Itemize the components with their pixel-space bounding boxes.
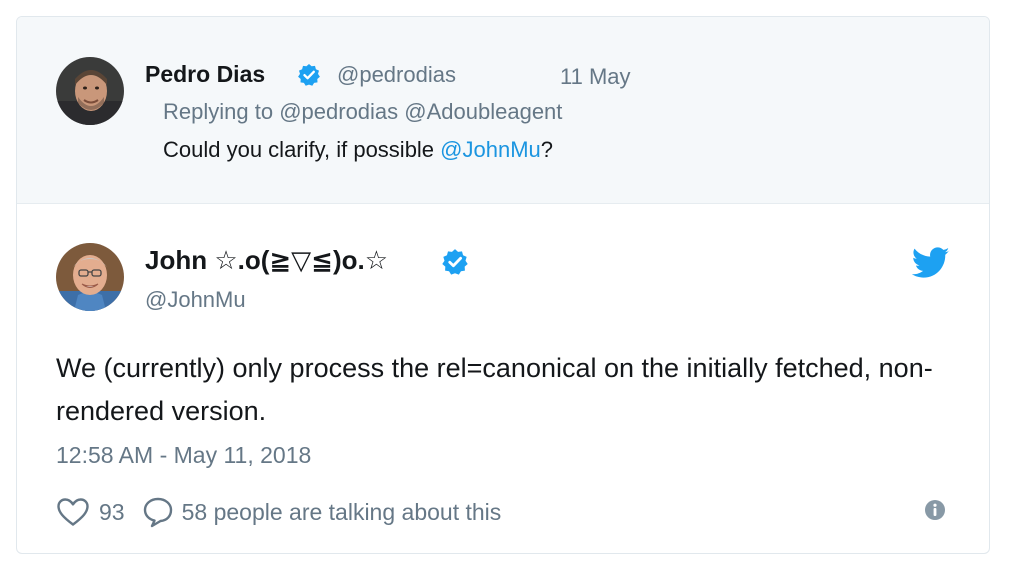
tweet-text: We (currently) only process the rel=cano… — [56, 353, 933, 426]
author-name[interactable]: John ☆.o(≧▽≦)o.☆ — [145, 245, 388, 276]
avatar[interactable] — [56, 243, 124, 311]
replying-to-label: Replying to — [163, 99, 274, 124]
heart-icon — [57, 498, 89, 526]
parent-author-name[interactable]: Pedro Dias — [145, 61, 265, 88]
parent-tweet[interactable]: Pedro Dias @pedrodias 11 May Replying to… — [17, 17, 989, 204]
parent-tweet-date[interactable]: 11 May — [560, 64, 631, 90]
embedded-tweet-card: Pedro Dias @pedrodias 11 May Replying to… — [16, 16, 990, 554]
twitter-bird-icon[interactable] — [911, 247, 950, 284]
tweet-actions: 93 58 people are talking about this — [56, 495, 501, 529]
author-handle[interactable]: @JohnMu — [145, 287, 246, 313]
tweet-timestamp[interactable]: 12:58 AM - May 11, 2018 — [56, 442, 311, 469]
replying-to-line: Replying to @pedrodias @Adoubleagent — [163, 99, 562, 125]
parent-tweet-body: Could you clarify, if possible — [163, 137, 441, 162]
like-count: 93 — [99, 498, 125, 525]
parent-tweet-text: Could you clarify, if possible @JohnMu? — [163, 137, 553, 163]
avatar[interactable] — [56, 57, 124, 125]
speech-bubble-icon — [143, 497, 172, 528]
conversation-link[interactable]: 58 people are talking about this — [142, 496, 502, 528]
verified-badge-icon — [441, 248, 469, 281]
mention-link[interactable]: @JohnMu — [440, 137, 541, 162]
info-icon[interactable] — [924, 499, 946, 526]
like-button[interactable]: 93 — [56, 497, 125, 527]
verified-badge-icon — [297, 63, 321, 92]
parent-author-handle[interactable]: @pedrodias — [337, 62, 456, 88]
parent-tweet-end: ? — [540, 137, 554, 162]
replying-to-handles[interactable]: @pedrodias @Adoubleagent — [279, 99, 562, 124]
talking-count: 58 people are talking about this — [181, 498, 502, 525]
